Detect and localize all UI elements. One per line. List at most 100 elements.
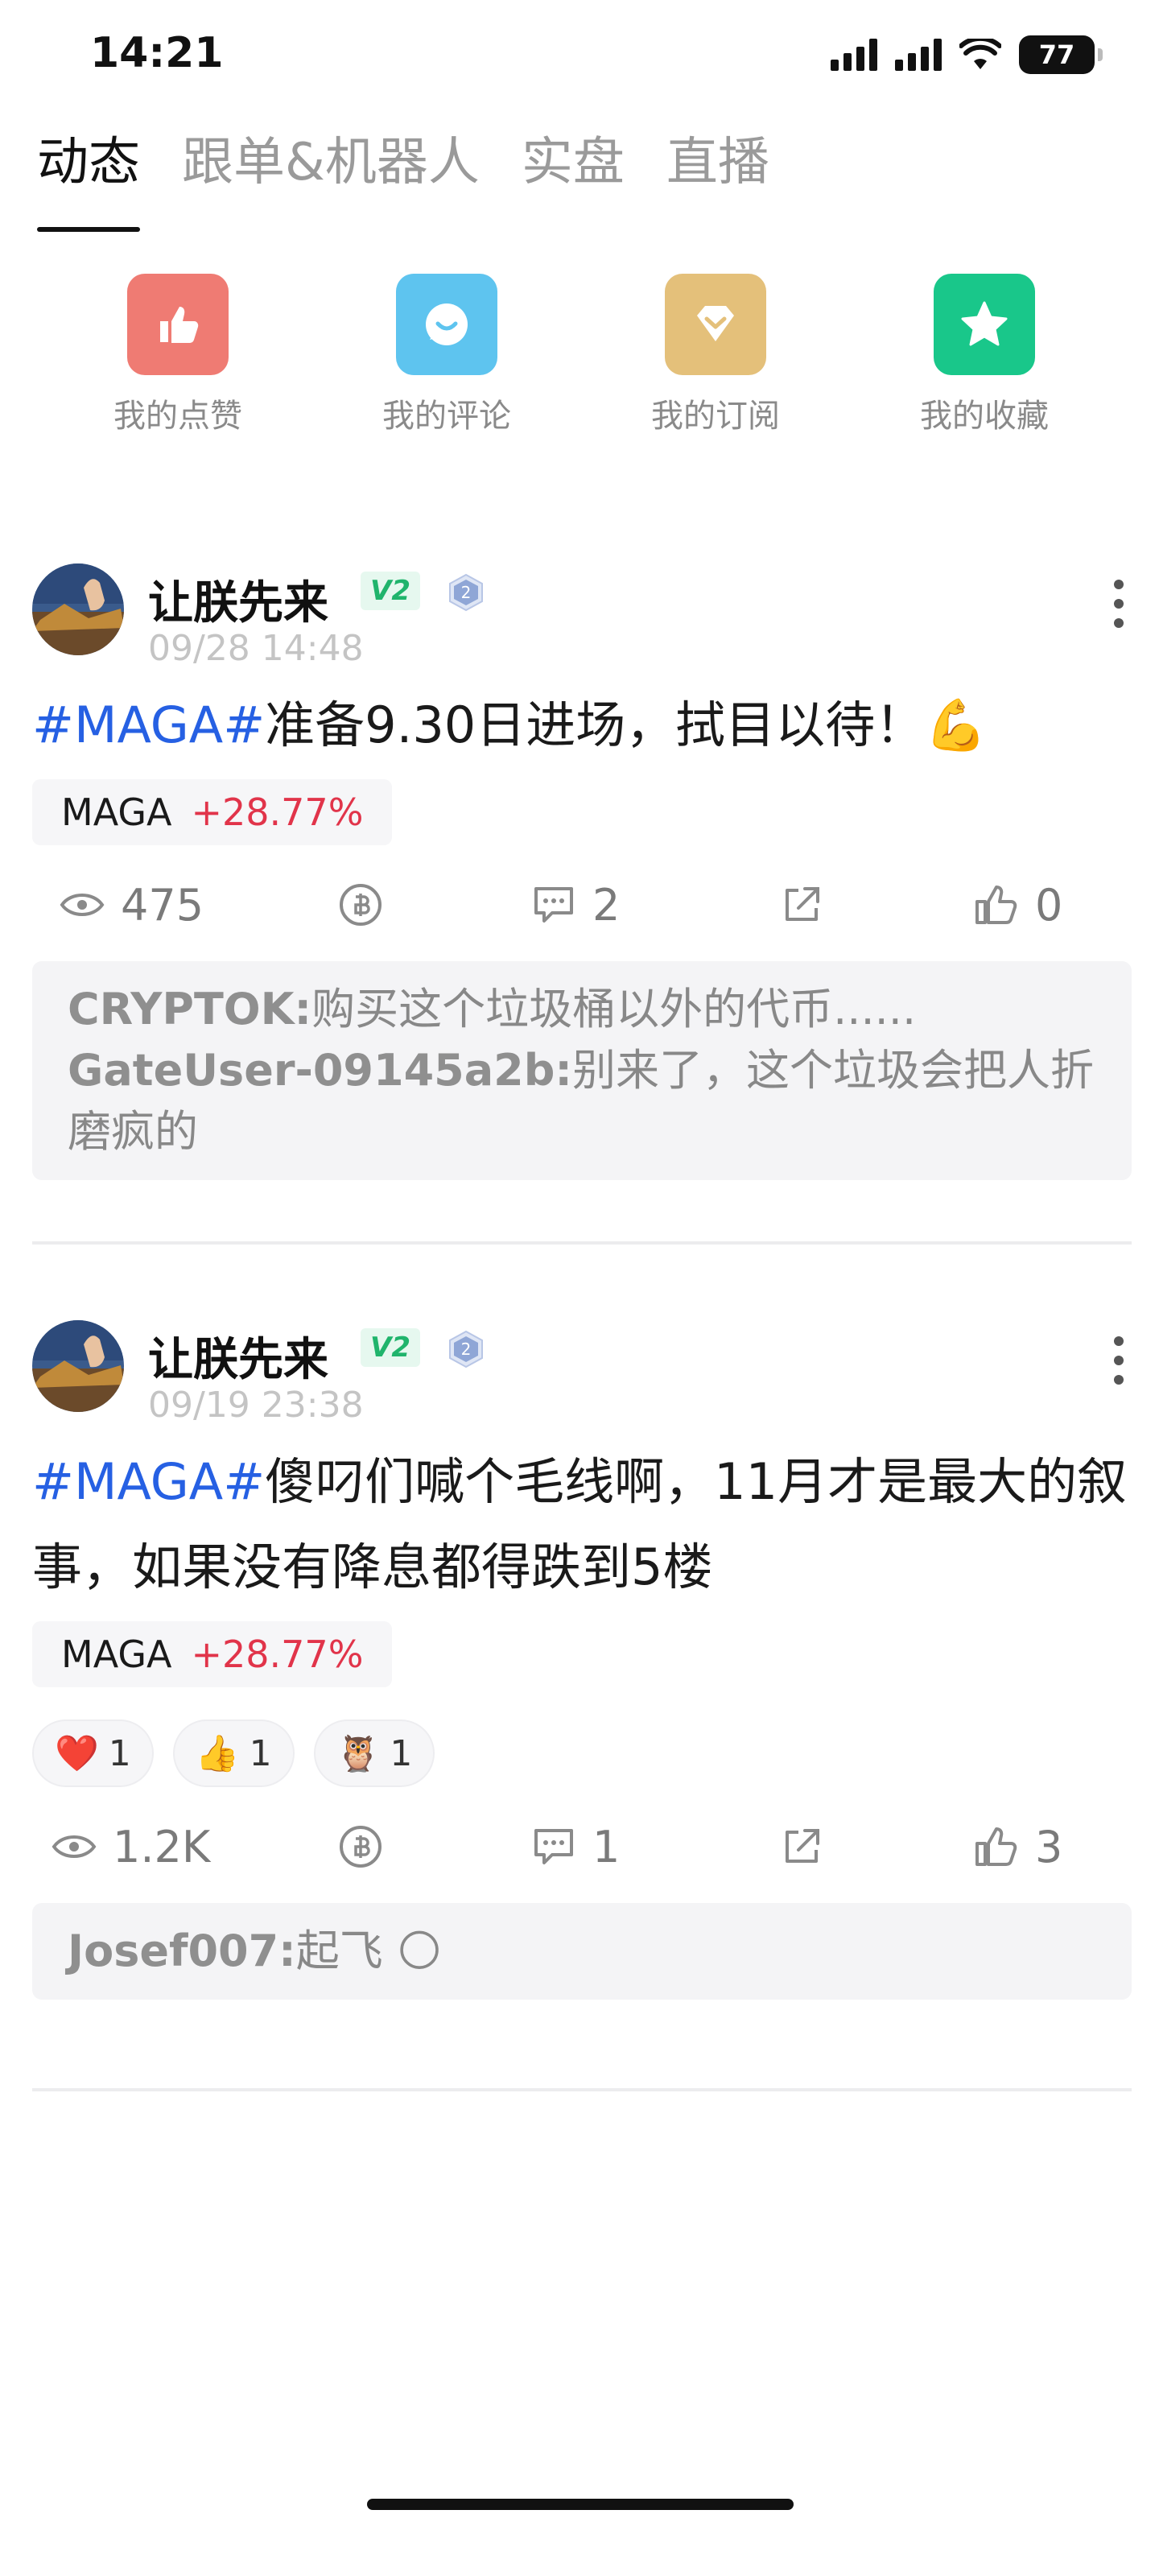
post-header: 让朕先来 V2 2 09/19 23:38 [32,1320,1132,1426]
comments-count: 2 [592,879,621,931]
views-count: 1.2K [113,1821,211,1872]
quick-actions: 我的点赞 我的评论 我的订阅 我的收藏 [0,274,1159,436]
my-likes-label: 我的点赞 [113,398,242,435]
comments-count: 1 [592,1821,621,1872]
avatar[interactable] [32,1320,124,1412]
author-name[interactable]: 让朕先来 [148,567,328,632]
coin-tag[interactable]: MAGA +28.77% [32,1621,393,1687]
share-button[interactable] [781,884,823,926]
views-count: 475 [121,879,204,931]
level-number: 2 [461,583,472,602]
post-stats: 1.2K 1 3 [32,1806,1132,1887]
eye-icon [52,1835,97,1858]
comment-button[interactable]: 1 [531,1822,620,1872]
share-icon [786,1829,819,1863]
coin-symbol: MAGA [61,1633,172,1676]
hashtag-link[interactable]: #MAGA# [32,696,265,754]
post-time: 09/19 23:38 [148,1385,364,1426]
thumbs-up-outline-icon [975,1827,1017,1866]
post-content[interactable]: #MAGA#傻叼们喊个毛线啊，11月才是最大的叙事，如果没有降息都得跌到5楼 [32,1439,1132,1610]
my-likes-button[interactable]: 我的点赞 [43,274,312,436]
my-subscriptions-label: 我的订阅 [651,398,780,435]
battery-level: 77 [1038,39,1075,70]
home-indicator[interactable] [367,2499,794,2510]
reactions-row: ❤️ 1 👍 1 🦉 1 [32,1719,1132,1787]
top-tabs: 动态 跟单&机器人 实盘 直播 [37,121,769,232]
my-favorites-label: 我的收藏 [920,398,1049,435]
comment-user[interactable]: GateUser-09145a2b: [68,1045,572,1096]
more-options-icon[interactable] [1114,1336,1124,1385]
my-favorites-button[interactable]: 我的收藏 [850,274,1119,436]
post-card[interactable]: 让朕先来 V2 2 09/28 14:48 #MAGA#准备9.30日进场，拭目… [32,564,1132,1180]
star-icon [934,274,1035,375]
post-divider [32,2088,1132,2091]
post-stats: 475 2 0 [32,865,1132,945]
views-stat: 475 [60,880,204,931]
status-icons: 77 [831,32,1103,77]
tip-coin-icon [340,884,382,926]
cellular-signal-2-icon [895,39,942,71]
tip-button[interactable] [338,882,383,927]
like-button[interactable]: 3 [974,1822,1062,1872]
thumbs-up-outline-icon [975,886,1017,924]
post-header: 让朕先来 V2 2 09/28 14:48 [32,564,1132,669]
author-name[interactable]: 让朕先来 [148,1323,328,1389]
battery-icon: 77 [1019,35,1103,74]
share-icon [786,887,819,921]
status-time: 14:21 [90,29,224,77]
comment-user[interactable]: CRYPTOK: [68,984,311,1034]
cellular-signal-icon [831,39,877,71]
reaction-thumbs-up[interactable]: 👍 1 [172,1719,295,1787]
tab-copy-trading-bots[interactable]: 跟单&机器人 [182,121,480,213]
comment-text: 购买这个垃圾桶以外的代币...... [311,984,917,1034]
comment-button[interactable]: 2 [531,880,620,931]
comment-icon [396,274,497,375]
level-badge-icon: 2 [449,1330,483,1368]
more-options-icon[interactable] [1114,580,1124,628]
comment-bubble-icon [534,1829,573,1864]
like-button[interactable]: 0 [974,880,1062,931]
thumbs-up-emoji-icon: 👍 [195,1733,240,1774]
reaction-count: 1 [108,1732,131,1774]
level-number: 2 [461,1340,472,1359]
my-comments-button[interactable]: 我的评论 [312,274,581,436]
likes-count: 0 [1035,879,1063,931]
comment-bubble-icon [534,887,573,923]
comment-item: CRYPTOK:购买这个垃圾桶以外的代币...... [68,979,1096,1040]
my-comments-label: 我的评论 [382,398,511,435]
subscribe-icon [665,274,766,375]
thumbs-up-icon [127,274,229,375]
tab-dynamics[interactable]: 动态 [37,121,140,232]
tab-live-trading[interactable]: 实盘 [522,121,625,213]
tip-coin-icon [340,1826,382,1868]
tab-livestream[interactable]: 直播 [666,121,769,213]
hashtag-link[interactable]: #MAGA# [32,1452,265,1511]
share-button[interactable] [781,1826,823,1868]
coin-change: +28.77% [191,791,364,834]
level-badge-icon: 2 [449,573,483,612]
tip-button[interactable] [338,1824,383,1869]
comment-preview[interactable]: Josef007:起飞 🌕 [32,1903,1132,2000]
comment-text: 起飞 🌕 [295,1926,443,1976]
comment-item: GateUser-09145a2b:别来了，这个垃圾会把人折磨疯的 [68,1040,1096,1162]
reaction-heart[interactable]: ❤️ 1 [32,1719,154,1787]
post-divider [32,1241,1132,1245]
comment-user[interactable]: Josef007: [68,1926,296,1976]
my-subscriptions-button[interactable]: 我的订阅 [581,274,850,436]
wifi-icon [959,39,1001,69]
post-card[interactable]: 让朕先来 V2 2 09/19 23:38 #MAGA#傻叼们喊个毛线啊，11月… [32,1320,1132,2000]
post-content[interactable]: #MAGA#准备9.30日进场，拭目以待！💪 [32,683,1132,768]
comment-preview[interactable]: CRYPTOK:购买这个垃圾桶以外的代币...... GateUser-0914… [32,961,1132,1180]
hodl-owl-icon: 🦉 [336,1733,381,1774]
coin-symbol: MAGA [61,791,172,834]
coin-tag[interactable]: MAGA +28.77% [32,779,393,845]
reaction-hodl[interactable]: 🦉 1 [313,1719,435,1787]
post-text: 准备9.30日进场，拭目以待！💪 [265,696,988,754]
status-bar: 14:21 77 [0,0,1159,105]
reaction-count: 1 [390,1732,413,1774]
heart-icon: ❤️ [55,1733,99,1774]
reaction-count: 1 [249,1732,272,1774]
comment-item: Josef007:起飞 🌕 [68,1921,1096,1982]
avatar[interactable] [32,564,124,655]
likes-count: 3 [1035,1821,1063,1872]
